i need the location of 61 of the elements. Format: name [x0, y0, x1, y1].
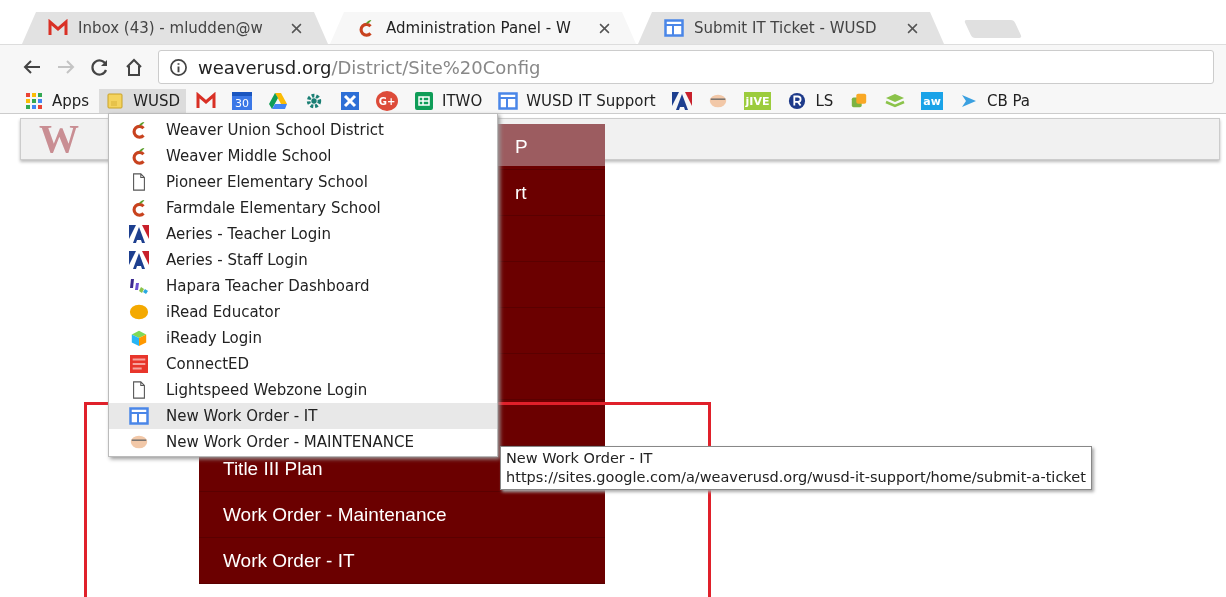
menu-item[interactable]: Weaver Union School District [109, 117, 497, 143]
browser-tab[interactable]: Submit IT Ticket - WUSD [638, 12, 944, 44]
menu-item[interactable]: ConnectED [109, 351, 497, 377]
folder-icon [105, 92, 126, 110]
letter-icon [671, 92, 692, 110]
calendar-icon: 30 [232, 92, 252, 110]
bookmark[interactable]: Apps [18, 89, 96, 113]
sheet-icon [414, 92, 434, 110]
bookmark[interactable]: WUSD IT Support [492, 89, 662, 113]
close-icon[interactable] [291, 22, 302, 34]
circle-icon [129, 303, 149, 321]
menu-item[interactable]: Farmdale Elementary School [109, 195, 497, 221]
info-icon [169, 57, 188, 77]
close-icon[interactable] [907, 22, 918, 34]
layout-icon [664, 19, 684, 37]
cube-icon [129, 329, 149, 347]
mail-icon [48, 19, 68, 37]
logo: W [39, 119, 79, 159]
menu-item[interactable]: Work Order - Maintenance [199, 492, 605, 538]
menu-item[interactable]: Lightspeed Webzone Login [109, 377, 497, 403]
menu-item[interactable]: Aeries - Teacher Login [109, 221, 497, 247]
layout-icon [129, 407, 149, 425]
menu-item[interactable]: iRead Educator [109, 299, 497, 325]
menu-item[interactable]: New Work Order - IT [109, 403, 497, 429]
gear-icon [304, 92, 324, 110]
mail-icon [196, 92, 216, 110]
bookmark-icon-button[interactable]: G+ [370, 89, 404, 113]
reload-icon[interactable] [90, 57, 110, 77]
menu-item[interactable]: Work Order - IT [199, 538, 605, 584]
menu-item[interactable]: Hapara Teacher Dashboard [109, 273, 497, 299]
home-icon[interactable] [124, 57, 144, 77]
menu-item[interactable]: iReady Login [109, 325, 497, 351]
layout-icon [498, 92, 519, 110]
menu-item[interactable]: Pioneer Elementary School [109, 169, 497, 195]
bookmark[interactable]: ITWO [408, 89, 489, 113]
letter-icon [129, 251, 149, 269]
bookmark[interactable]: LS [781, 89, 840, 113]
circle-icon [787, 92, 808, 110]
square-icon [340, 92, 360, 110]
letter-icon [129, 225, 149, 243]
stripes-icon [129, 277, 149, 295]
address-bar[interactable]: weaverusd.org/District/Site%20Config [158, 50, 1214, 84]
browser-tab[interactable]: Inbox (43) - mludden@w [22, 12, 328, 44]
close-icon[interactable] [599, 22, 610, 34]
face-icon [707, 92, 728, 110]
layers-icon [885, 92, 906, 110]
logo-icon: jIVE [743, 92, 772, 110]
url-host: weaverusd.org [198, 56, 332, 78]
apps-grid-icon [24, 92, 44, 110]
square-icon [129, 355, 149, 373]
face-icon [129, 433, 149, 451]
triangle-icon [268, 92, 288, 110]
menu-item[interactable]: Aeries - Staff Login [109, 247, 497, 273]
badge-icon: G+ [376, 91, 398, 111]
menu-item[interactable]: Weaver Middle School [109, 143, 497, 169]
logo-icon: aw [921, 92, 943, 110]
bookmark[interactable]: WUSD [99, 89, 186, 113]
bookmark-icon-button[interactable]: 30 [226, 89, 258, 113]
browser-tab[interactable]: Administration Panel - W [330, 12, 636, 44]
bookmark[interactable]: CB Pa [952, 89, 1037, 113]
url-path: /District/Site%20Config [331, 56, 541, 78]
